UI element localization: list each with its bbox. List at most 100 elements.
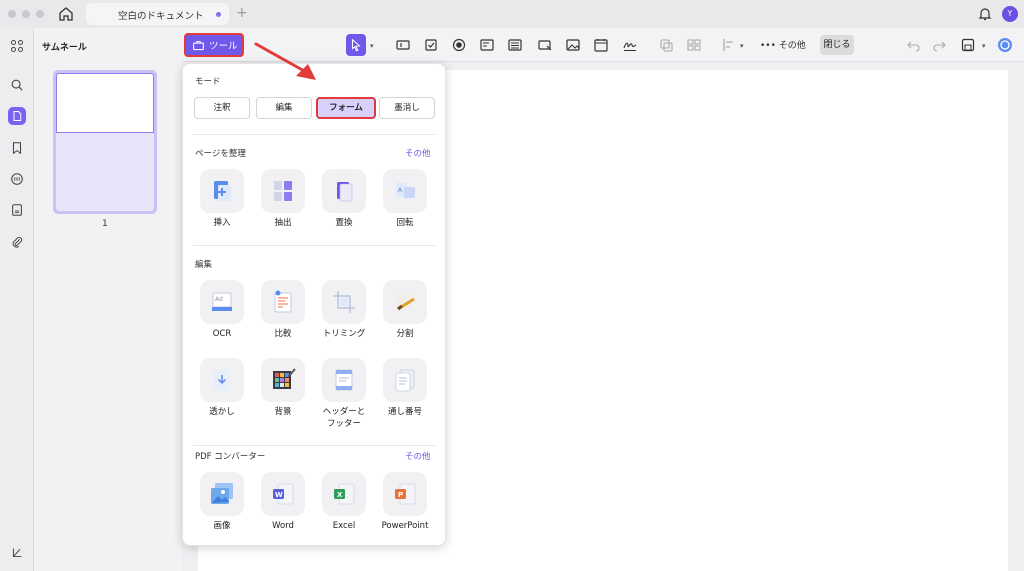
zoom-window-button[interactable] bbox=[36, 10, 44, 18]
mode-redact-button[interactable]: 墨消し bbox=[379, 97, 435, 119]
mode-section-title: モード bbox=[195, 77, 221, 87]
background-tool[interactable]: 背景 bbox=[255, 358, 311, 418]
undo-icon[interactable] bbox=[904, 35, 924, 55]
divider bbox=[193, 445, 435, 446]
checkbox-icon[interactable] bbox=[421, 35, 441, 55]
radio-button-icon[interactable] bbox=[449, 35, 469, 55]
callout-arrow bbox=[254, 42, 316, 80]
svg-text:Ad: Ad bbox=[215, 296, 223, 303]
excel-icon: X bbox=[334, 483, 355, 505]
to-excel-tool[interactable]: X Excel bbox=[316, 472, 372, 532]
mode-annotate-button[interactable]: 注釈 bbox=[194, 97, 250, 119]
organize-more-link[interactable]: その他 bbox=[405, 147, 431, 159]
insert-page-icon bbox=[214, 181, 231, 201]
tools-button-label: ツール bbox=[209, 41, 238, 52]
compare-icon bbox=[274, 290, 292, 313]
thumbnail-panel: サムネール 1 bbox=[34, 28, 182, 571]
new-tab-button[interactable]: + bbox=[236, 5, 248, 21]
divider bbox=[193, 245, 435, 246]
word-icon: W bbox=[273, 483, 294, 505]
signature-icon[interactable] bbox=[620, 35, 640, 55]
ai-assistant-icon[interactable] bbox=[995, 35, 1015, 55]
organize-section-title: ページを整理 bbox=[195, 149, 246, 159]
save-icon[interactable] bbox=[958, 35, 978, 55]
form-fields-icon[interactable] bbox=[8, 201, 26, 219]
extract-tool[interactable]: 抽出 bbox=[255, 169, 311, 229]
toolbox-icon bbox=[193, 40, 204, 50]
list-box-icon[interactable] bbox=[505, 35, 525, 55]
sidebar-toggle-icon[interactable] bbox=[8, 543, 26, 561]
to-powerpoint-tool[interactable]: P PowerPoint bbox=[377, 472, 433, 532]
bookmark-icon[interactable] bbox=[8, 139, 26, 157]
bell-icon[interactable] bbox=[977, 6, 993, 22]
ocr-icon: Ad bbox=[212, 292, 232, 311]
watermark-icon bbox=[214, 370, 230, 390]
search-icon[interactable] bbox=[8, 76, 26, 94]
button-field-icon[interactable] bbox=[535, 35, 555, 55]
background-icon bbox=[273, 368, 296, 389]
left-icon-bar bbox=[0, 28, 34, 571]
converter-section-title: PDF コンバーター bbox=[195, 452, 266, 462]
divider bbox=[193, 134, 435, 135]
svg-text:W: W bbox=[275, 491, 283, 499]
thumbnail-panel-icon[interactable] bbox=[8, 107, 26, 125]
bates-number-icon bbox=[395, 369, 415, 392]
align-icon[interactable] bbox=[719, 35, 739, 55]
split-tool[interactable]: 分割 bbox=[377, 280, 433, 340]
attachment-icon[interactable] bbox=[8, 233, 26, 251]
redo-icon[interactable] bbox=[929, 35, 949, 55]
split-icon bbox=[397, 294, 415, 311]
text-field-icon[interactable] bbox=[393, 35, 413, 55]
image-icon bbox=[211, 483, 233, 504]
save-chevron-down-icon[interactable]: ▾ bbox=[982, 42, 986, 50]
unsaved-dot-icon bbox=[216, 12, 221, 17]
close-button[interactable]: 閉じる bbox=[820, 35, 854, 55]
compare-tool[interactable]: 比較 bbox=[255, 280, 311, 340]
document-tab-label: 空白のドキュメント bbox=[118, 11, 204, 22]
close-window-button[interactable] bbox=[8, 10, 16, 18]
svg-text:P: P bbox=[398, 491, 403, 499]
align-chevron-down-icon[interactable]: ▾ bbox=[740, 42, 744, 50]
document-tab[interactable]: 空白のドキュメント bbox=[86, 3, 229, 25]
calendar-icon[interactable] bbox=[591, 35, 611, 55]
extract-page-icon bbox=[274, 181, 292, 201]
powerpoint-icon: P bbox=[395, 483, 416, 505]
ocr-tool[interactable]: Ad OCR bbox=[194, 280, 250, 340]
header-footer-tool[interactable]: ヘッダーと フッター bbox=[316, 358, 372, 430]
minimize-window-button[interactable] bbox=[22, 10, 30, 18]
watermark-tool[interactable]: 透かし bbox=[194, 358, 250, 418]
comment-icon[interactable] bbox=[8, 170, 26, 188]
chevron-down-icon[interactable]: ▾ bbox=[370, 42, 374, 50]
crop-tool[interactable]: トリミング bbox=[316, 280, 372, 340]
more-button[interactable]: ••• その他 bbox=[760, 38, 806, 51]
svg-text:X: X bbox=[337, 491, 343, 499]
bates-number-tool[interactable]: 通し番号 bbox=[377, 358, 433, 418]
avatar[interactable]: Y bbox=[1002, 6, 1018, 22]
duplicate-icon[interactable] bbox=[656, 35, 676, 55]
crop-icon bbox=[333, 291, 355, 313]
to-word-tool[interactable]: W Word bbox=[255, 472, 311, 532]
thumbnail-panel-title: サムネール bbox=[42, 43, 87, 53]
grid-view-icon[interactable] bbox=[8, 37, 26, 55]
page-thumbnail[interactable] bbox=[53, 70, 157, 214]
converter-more-link[interactable]: その他 bbox=[405, 450, 431, 462]
mode-form-button[interactable]: フォーム bbox=[316, 97, 376, 119]
combo-box-icon[interactable] bbox=[477, 35, 497, 55]
rotate-tool[interactable]: A 回転 bbox=[377, 169, 433, 229]
grid-arrange-icon[interactable] bbox=[684, 35, 704, 55]
image-field-icon[interactable] bbox=[563, 35, 583, 55]
tools-button[interactable]: ツール bbox=[184, 33, 244, 57]
to-image-tool[interactable]: 画像 bbox=[194, 472, 250, 532]
replace-tool[interactable]: 置換 bbox=[316, 169, 372, 229]
rotate-page-icon: A bbox=[396, 183, 415, 198]
home-icon[interactable] bbox=[58, 6, 74, 22]
cursor-icon bbox=[351, 38, 361, 52]
select-tool-button[interactable] bbox=[346, 34, 366, 56]
insert-tool[interactable]: 挿入 bbox=[194, 169, 250, 229]
title-bar: 空白のドキュメント + Y bbox=[0, 0, 1024, 28]
edit-section-title: 編集 bbox=[195, 260, 213, 270]
page-number: 1 bbox=[102, 219, 108, 229]
header-footer-icon bbox=[335, 369, 353, 391]
mode-edit-button[interactable]: 編集 bbox=[256, 97, 312, 119]
tools-popup: モード 注釈 編集 フォーム 墨消し ページを整理 その他 挿入 抽出 置換 A… bbox=[182, 63, 446, 546]
